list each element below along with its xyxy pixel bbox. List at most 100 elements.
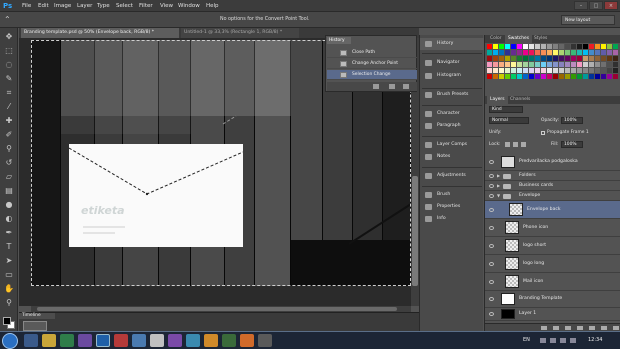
tab-untitled-1[interactable]: Untitled-1 @ 33,3% (Rectangle 1, RGB/8) … [181,28,299,38]
color-swatch[interactable] [499,62,504,67]
lock-all-icon[interactable] [521,142,526,147]
new-document-from-state-icon[interactable] [373,84,379,89]
horizontal-scroll-thumb[interactable] [37,307,397,311]
move-tool-icon[interactable]: ✥ [4,32,14,42]
color-swatch[interactable] [577,44,582,49]
network-icon[interactable] [560,338,566,343]
layer-row-selected[interactable]: Envelope back [485,201,620,219]
taskbar-app-icon[interactable] [204,334,218,347]
menu-type[interactable]: Type [97,2,110,10]
zoom-tool-icon[interactable]: ⚲ [4,298,14,308]
color-swatch[interactable] [601,56,606,61]
timeline-frame-thumbnail[interactable] [23,321,47,331]
menu-help[interactable]: Help [206,2,219,10]
tab-history[interactable]: History [327,37,351,44]
taskbar-explorer-icon[interactable] [42,334,56,347]
visibility-eye-icon[interactable] [489,244,494,248]
color-swatch[interactable] [499,68,504,73]
new-group-icon[interactable] [589,326,595,330]
color-swatch[interactable] [559,68,564,73]
color-swatch[interactable] [505,62,510,67]
color-swatch[interactable] [559,74,564,79]
eraser-tool-icon[interactable]: ▱ [4,172,14,182]
color-swatch[interactable] [517,62,522,67]
color-swatch[interactable] [607,50,612,55]
color-swatch[interactable] [487,62,492,67]
color-swatch[interactable] [529,62,534,67]
tab-swatches[interactable]: Swatches [505,35,532,43]
color-swatch[interactable] [577,62,582,67]
color-swatch[interactable] [493,74,498,79]
lock-position-icon[interactable] [513,142,518,147]
color-swatch[interactable] [523,50,528,55]
taskbar-app-icon[interactable] [258,334,272,347]
color-swatch[interactable] [529,44,534,49]
tab-channels[interactable]: Channels [507,96,533,104]
history-row[interactable]: Change Anchor Point [327,59,417,69]
history-row-selected[interactable]: Selection Change [327,70,417,80]
color-swatch[interactable] [541,56,546,61]
taskbar-ie-icon[interactable] [24,334,38,347]
color-swatch[interactable] [559,50,564,55]
color-swatch[interactable] [487,50,492,55]
color-swatch[interactable] [589,62,594,67]
visibility-eye-icon[interactable] [489,174,494,178]
color-swatch[interactable] [511,56,516,61]
color-swatch[interactable] [523,44,528,49]
menu-layer[interactable]: Layer [77,2,92,10]
color-swatch[interactable] [535,50,540,55]
color-swatch[interactable] [535,68,540,73]
color-swatch[interactable] [571,68,576,73]
color-swatch[interactable] [517,68,522,73]
menu-filter[interactable]: Filter [139,2,153,10]
color-swatch[interactable] [601,74,606,79]
dock-navigator[interactable]: Navigator [420,57,484,69]
eyedropper-tool-icon[interactable]: ⁄ [4,102,14,112]
visibility-eye-icon[interactable] [489,160,494,164]
visibility-eye-icon[interactable] [489,297,494,301]
color-swatch[interactable] [571,44,576,49]
lock-pixels-icon[interactable] [505,142,510,147]
color-swatch[interactable] [523,74,528,79]
tab-styles[interactable]: Styles [531,35,550,43]
visibility-eye-icon[interactable] [489,226,494,230]
color-swatch[interactable] [517,74,522,79]
color-swatch[interactable] [553,56,558,61]
dock-histogram[interactable]: Histogram [420,70,484,82]
color-swatch[interactable] [511,50,516,55]
color-swatch[interactable] [583,68,588,73]
color-swatch[interactable] [511,68,516,73]
color-swatch[interactable] [505,50,510,55]
history-brush-tool-icon[interactable]: ↺ [4,158,14,168]
color-swatch[interactable] [541,50,546,55]
fill-field[interactable]: 100% [561,141,583,148]
color-swatch[interactable] [583,50,588,55]
color-swatch[interactable] [541,44,546,49]
envelope-back[interactable]: etiketa [69,144,243,247]
color-swatch[interactable] [487,68,492,73]
color-swatch[interactable] [589,44,594,49]
color-swatch[interactable] [565,74,570,79]
color-swatch[interactable] [559,62,564,67]
color-swatch[interactable] [529,50,534,55]
color-swatch[interactable] [499,56,504,61]
collapse-arrow-icon[interactable]: ▼ [497,193,500,198]
color-swatch[interactable] [601,50,606,55]
color-swatch[interactable] [607,62,612,67]
color-swatch[interactable] [577,50,582,55]
vertical-scroll-thumb[interactable] [412,176,418,286]
color-swatch[interactable] [565,44,570,49]
color-swatch[interactable] [589,68,594,73]
color-swatch[interactable] [529,74,534,79]
visibility-eye-icon[interactable] [489,262,494,266]
color-swatch[interactable] [535,56,540,61]
clock[interactable]: 12:34 [588,337,602,343]
color-swatch[interactable] [583,56,588,61]
color-swatch[interactable] [487,44,492,49]
layer-row[interactable]: Branding Template [485,291,620,308]
layer-group-row[interactable]: ▼ Envelope [485,191,620,201]
color-swatch[interactable] [553,50,558,55]
layer-row[interactable]: Mail icon [485,273,620,291]
dock-character[interactable]: Character [420,108,484,120]
shape-tool-icon[interactable]: ▭ [4,270,14,280]
